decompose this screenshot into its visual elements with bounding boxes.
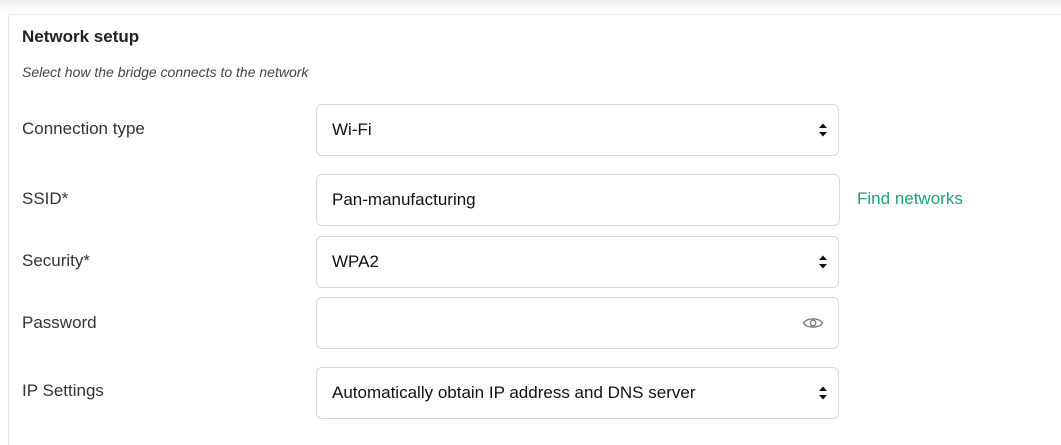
connection-type-value: Wi-Fi (332, 120, 372, 139)
chevron-up-down-icon (819, 123, 827, 137)
chevron-up-down-icon (819, 386, 827, 400)
top-shadow (0, 0, 1061, 14)
ip-settings-select[interactable]: Automatically obtain IP address and DNS … (316, 367, 839, 419)
chevron-up-down-icon (819, 255, 827, 269)
section-subtitle: Select how the bridge connects to the ne… (22, 64, 309, 80)
ssid-input[interactable]: Pan-manufacturing (316, 174, 840, 226)
ssid-value: Pan-manufacturing (332, 190, 476, 209)
security-value: WPA2 (332, 252, 379, 271)
security-select[interactable]: WPA2 (316, 236, 839, 288)
eye-icon[interactable] (802, 316, 824, 330)
ip-settings-label: IP Settings (22, 381, 104, 400)
section-title: Network setup (22, 27, 140, 46)
password-label: Password (22, 313, 97, 332)
password-input[interactable] (316, 297, 839, 349)
security-label: Security* (22, 251, 91, 270)
connection-type-label: Connection type (22, 119, 145, 138)
connection-type-select[interactable]: Wi-Fi (316, 104, 839, 156)
find-networks-link[interactable]: Find networks (857, 189, 963, 209)
ssid-label: SSID* (22, 189, 69, 208)
ip-settings-value: Automatically obtain IP address and DNS … (332, 383, 696, 402)
